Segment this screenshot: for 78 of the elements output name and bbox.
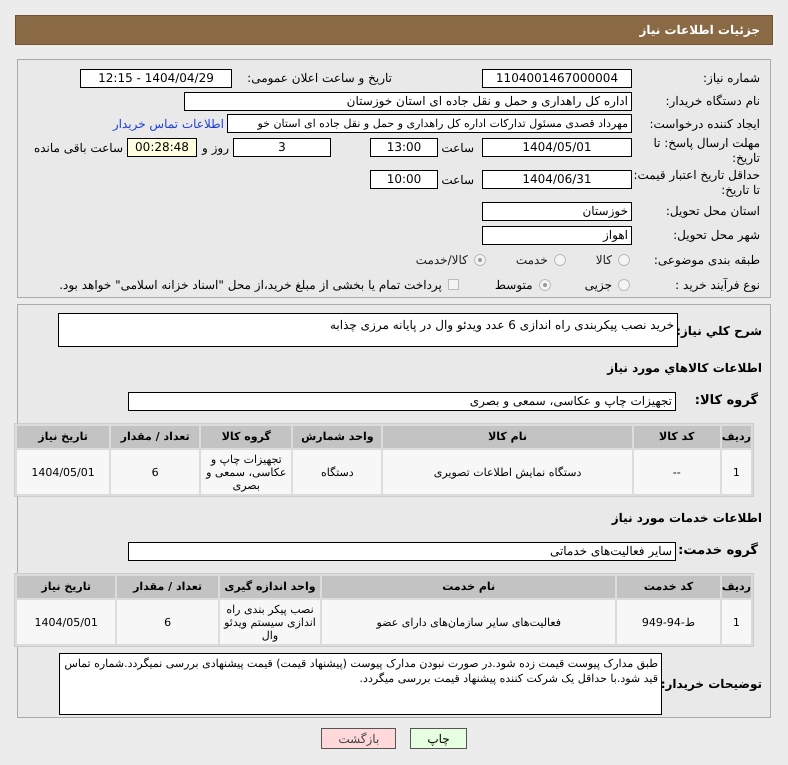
field-label: مهلت ارسال پاسخ: تا تاریخ: — [652, 136, 760, 166]
table-cell: دستگاه — [293, 450, 382, 494]
field-label: روز و — [200, 140, 230, 157]
field-label: شهر محل تحویل: — [672, 227, 760, 244]
radio-button[interactable] — [538, 278, 551, 290]
field-label: تاریخ و ساعت اعلان عمومی: — [246, 70, 392, 87]
column-header: واحد شمارش — [293, 426, 382, 448]
table-cell: 6 — [111, 450, 200, 494]
input-field[interactable]: 1404/05/01 — [482, 138, 632, 157]
input-field[interactable]: خوزستان — [482, 202, 632, 220]
table-cell: 6 — [117, 600, 218, 644]
field-label: ساعت — [440, 172, 475, 189]
table-cell: 1 — [722, 450, 751, 494]
input-field[interactable]: اهواز — [482, 226, 632, 244]
option-label: جزیی — [584, 276, 612, 294]
column-header: ردیف — [722, 576, 751, 598]
table-cell: فعالیت‌های سایر سازمان‌های دارای عضو — [322, 600, 616, 644]
table-cell: 1404/05/01 — [17, 450, 110, 494]
column-header: نام کالا — [383, 426, 632, 448]
checkbox[interactable] — [448, 279, 459, 290]
option-label: کالا — [596, 252, 612, 268]
field-label: نوع فرآیند خرید : — [674, 276, 760, 294]
column-header: تاریخ نیاز — [17, 426, 110, 448]
option-label: کالا/خدمت — [416, 252, 468, 268]
input-field[interactable]: 1104001467000004 — [482, 68, 632, 88]
column-header: تعداد / مقدار — [111, 426, 200, 448]
table-cell: 1 — [722, 600, 751, 644]
input-field[interactable]: 3 — [233, 138, 331, 157]
field-label: گروه خدمت: — [677, 541, 758, 560]
section-heading: اطلاعات خدمات مورد نياز — [612, 510, 762, 527]
option-label: خدمت — [516, 252, 548, 268]
radio-button[interactable] — [618, 254, 630, 266]
table-cell: 1404/05/01 — [17, 600, 116, 644]
section-heading: اطلاعات کالاهاي مورد نياز — [607, 360, 762, 377]
buyer-contact-link[interactable]: اطلاعات تماس خریدار — [112, 114, 224, 132]
text-area[interactable]: طبق مدارک پیوست قیمت زده شود.در صورت نبودن مدارک پیوست (پیشنهاد قیمت) قیمت پیشنهادی بررسی نمیگردد.شماره تماس قید شود.با حداقل یک شرکت کننده پیشنهاد قیمت بررسی میگردد. — [59, 653, 662, 715]
input-field[interactable]: تجهیزات چاپ و عکاسی، سمعی و بصری — [128, 392, 676, 410]
field-label: توضیحات خریدار: — [662, 676, 762, 693]
checkbox-label: پرداخت تمام یا بخشی از مبلغ خرید،از محل "اسناد خزانه اسلامی" خواهد بود. — [59, 276, 442, 294]
field-label: گروه کالا: — [694, 391, 758, 410]
field-label: ساعت — [440, 140, 475, 157]
table-cell: تجهیزات چاپ و عکاسی، سمعی و بصری — [201, 450, 292, 494]
back-button[interactable]: بازگشت — [321, 728, 396, 749]
column-header: ردیف — [722, 426, 751, 448]
column-header: تاریخ نیاز — [17, 576, 116, 598]
column-header: گروه کالا — [201, 426, 292, 448]
option-label: متوسط — [494, 276, 533, 294]
table-cell: ط-94-949 — [617, 600, 720, 644]
field-label: ساعت باقی مانده — [34, 140, 124, 157]
column-header: تعداد / مقدار — [117, 576, 218, 598]
column-header: واحد اندازه گیری — [220, 576, 320, 598]
radio-button[interactable] — [618, 278, 630, 290]
input-field[interactable]: 1404/04/29 - 12:15 — [80, 68, 232, 88]
column-header: کد خدمت — [617, 576, 720, 598]
input-field[interactable]: اداره کل راهداری و حمل و نقل جاده ای استان خوزستان — [184, 92, 632, 110]
field-label: استان محل تحویل: — [664, 203, 760, 220]
column-header: نام خدمت — [322, 576, 616, 598]
table-cell: نصب پیکر بندی راه اندازی سیستم ویدئو وال — [220, 600, 320, 644]
field-label: ایجاد کننده درخواست: — [648, 116, 760, 132]
field-label: نام دستگاه خریدار: — [664, 93, 760, 110]
field-label: طبقه بندی موضوعی: — [652, 252, 760, 268]
print-button[interactable]: چاپ — [410, 728, 467, 749]
table-cell: -- — [634, 450, 720, 494]
field-label: شماره نیاز: — [702, 70, 760, 87]
field-label: حداقل تاریخ اعتبار قیمت: تا تاریخ: — [632, 168, 760, 198]
input-field[interactable]: سایر فعالیت‌های خدماتی — [128, 542, 676, 560]
radio-button[interactable] — [474, 254, 486, 266]
input-field[interactable]: مهرداد قصدی مسئول تدارکات اداره کل راهداری و حمل و نقل جاده ای استان خو — [227, 114, 632, 133]
page-title: جزئیات اطلاعات نیاز — [639, 22, 760, 39]
column-header: کد کالا — [634, 426, 720, 448]
input-field[interactable]: 00:28:48 — [127, 138, 197, 157]
table-cell: دستگاه نمایش اطلاعات تصویری — [383, 450, 632, 494]
input-field[interactable]: 1404/06/31 — [482, 170, 632, 189]
input-field[interactable]: 13:00 — [370, 138, 438, 157]
text-area[interactable]: خرید نصب پیکربندی راه اندازی 6 عدد ویدئو وال در پایانه مرزی چذابه — [58, 313, 678, 347]
field-label: شرح كلي نياز: — [678, 323, 762, 340]
input-field[interactable]: 10:00 — [370, 170, 438, 189]
radio-button[interactable] — [554, 254, 566, 266]
